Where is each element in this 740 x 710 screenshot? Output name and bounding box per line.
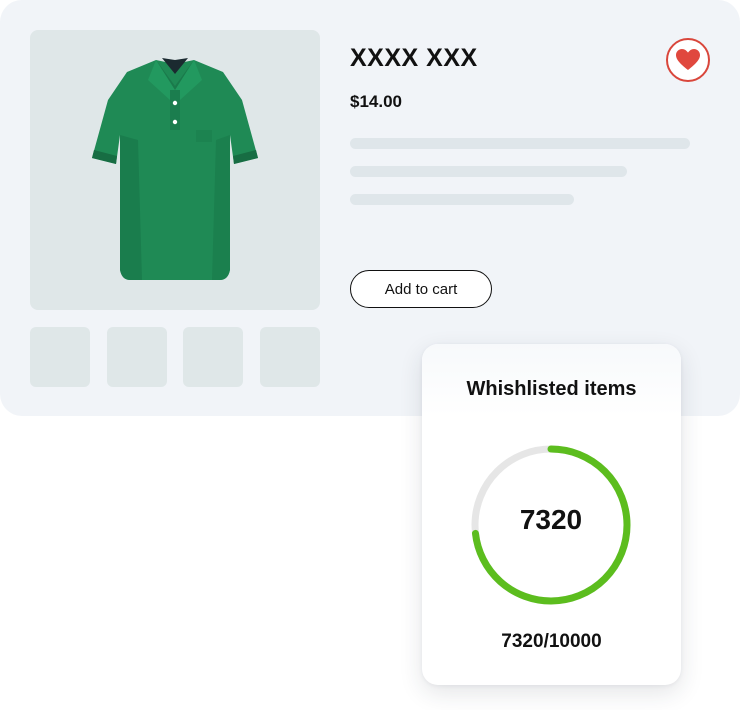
- wishlist-count: 7320: [519, 504, 583, 535]
- wishlisted-title: Whishlisted items: [466, 378, 637, 400]
- description-placeholder-line: [350, 138, 690, 149]
- product-thumbnail[interactable]: [30, 327, 90, 387]
- product-main-image: [30, 30, 320, 310]
- product-thumbnail[interactable]: [107, 327, 167, 387]
- page: XXXX XXX $14.00 Add to cart Whishlisted …: [0, 0, 740, 710]
- wishlist-button[interactable]: [666, 38, 710, 82]
- add-to-cart-button[interactable]: Add to cart: [350, 270, 492, 308]
- wishlisted-items-card: Whishlisted items 7320 7320/10000: [422, 344, 681, 685]
- heart-icon: [676, 49, 700, 70]
- wishlist-fraction: 7320/10000: [501, 631, 602, 652]
- product-thumbnail[interactable]: [183, 327, 243, 387]
- polo-shirt-image: [92, 58, 258, 280]
- product-thumbnail[interactable]: [260, 327, 320, 387]
- description-placeholder-line: [350, 194, 574, 205]
- description-placeholder-line: [350, 166, 627, 177]
- product-price: $14.00: [350, 92, 402, 111]
- product-title: XXXX XXX: [350, 44, 478, 72]
